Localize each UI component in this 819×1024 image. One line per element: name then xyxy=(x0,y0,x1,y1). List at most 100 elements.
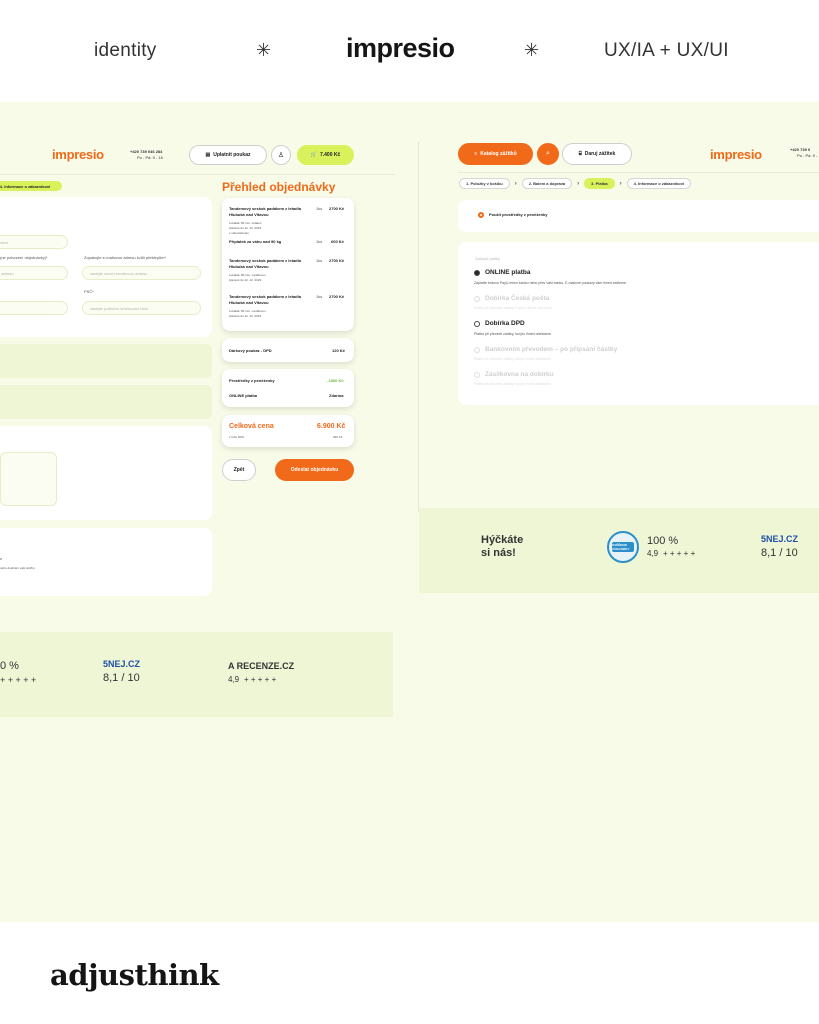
5nej-score: 8,1 / 10 xyxy=(761,547,798,559)
email-confirm-field[interactable]: zadejte znovu emailovou adresu xyxy=(82,266,201,280)
account-icon[interactable]: ♙ xyxy=(271,145,291,165)
5nej-score: 8,1 / 10 xyxy=(103,672,140,684)
collapsed-section[interactable] xyxy=(0,344,212,378)
payment-radio[interactable] xyxy=(474,270,480,276)
surcharge-label: Příplatek za váhu nad 90 kg xyxy=(229,239,282,244)
note-textarea[interactable] xyxy=(0,452,57,506)
item-detail: platnost do 12. 12. 2023 xyxy=(229,278,262,282)
item-price: 2700 Kč xyxy=(329,206,345,211)
cart-button[interactable]: 🛒 7.400 Kč xyxy=(297,145,354,165)
mock-logo: impresio xyxy=(52,147,104,162)
wallet-card: Použít prostředky z peněženky xyxy=(458,200,819,232)
footer: adjusthink xyxy=(0,922,819,1024)
shipping-label: Dárkový poukaz - DPD xyxy=(229,348,272,353)
voucher-icon: ▤ xyxy=(205,152,211,158)
step-payment[interactable]: 3. Platba xyxy=(584,178,615,189)
vat-label: z toho DPH xyxy=(229,435,245,439)
psc-label: PSČ* xyxy=(84,289,94,294)
total-label: Celková cena xyxy=(229,423,274,430)
extra-service-note: ného doplnění vaší služby. xyxy=(0,566,36,570)
order-overview-title: Přehled objednávky xyxy=(222,180,336,194)
item-title: Tandemový seskok padákem z letadla Hlubu… xyxy=(229,258,301,269)
wallet-radio[interactable] xyxy=(478,212,484,218)
opening-hours: Po - Pá: 9 - xyxy=(797,153,818,158)
showcase-band: impresio +420 739 046 284 Po - Pá: 9 - 1… xyxy=(0,102,819,922)
payment-radio[interactable] xyxy=(474,347,480,353)
email-confirm-label: Zopakujte e-mailovou adresu kvůli překle… xyxy=(84,255,167,260)
payment-radio[interactable] xyxy=(474,372,480,378)
chevron-right-icon: › xyxy=(577,180,580,187)
payment-option-desc: Platba při převzetí zásilky, kurýru ihne… xyxy=(474,382,552,386)
checkout-steps: 1. Položky v košíku › 2. Balení a doprav… xyxy=(459,178,692,189)
step-cart[interactable]: 1. Položky v košíku xyxy=(459,178,510,189)
rating-stars: + + + + + xyxy=(0,675,37,685)
payment-option-desc: Platba při převzetí zásilky, kurýru ihne… xyxy=(474,357,552,361)
tagline: si nás! xyxy=(481,547,516,559)
checkout-customer-mockup: impresio +420 739 046 284 Po - Pá: 9 - 1… xyxy=(0,102,400,722)
note-card xyxy=(0,426,212,520)
rating-percent: 100 % xyxy=(647,535,679,547)
item-detail: Lokalita: 80 min. Lanškroun xyxy=(229,309,266,313)
collapsed-section[interactable] xyxy=(0,385,212,419)
total-card: Celková cena 6.900 Kč z toho DPH 920 Kč xyxy=(222,415,354,447)
order-items-card: Tandemový seskok padákem z letadla Hlubu… xyxy=(222,198,354,331)
shipping-card: Dárkový poukaz - DPD 120 Kč xyxy=(222,338,354,362)
5nej-logo: 5NEJ.CZ xyxy=(103,659,141,669)
item-detail: platnost do 12. 12. 2023 xyxy=(229,226,262,230)
funds-value: - 1800 Kč xyxy=(326,378,344,383)
impresio-logo: impresio xyxy=(346,33,455,63)
catalog-button-label: Katalog zážitků xyxy=(480,151,517,157)
back-button[interactable]: Zpět xyxy=(222,459,256,481)
cart-total: 7.400 Kč xyxy=(319,152,341,158)
payment-option-desc: Platba při převzetí zásilky, Kurýrní fir… xyxy=(474,306,552,310)
item-title: Tandemový seskok padákem z letadla Hlubu… xyxy=(229,206,301,217)
nav-ux-link[interactable]: UX/IA + UX/UI xyxy=(604,40,729,62)
email-label: (ne potvrzení objednávky)* xyxy=(0,255,48,260)
5nej-logo: 5NEJ.CZ xyxy=(761,534,799,544)
submit-order-button[interactable]: Odeslat objednávku xyxy=(275,459,354,481)
header-divider xyxy=(458,172,819,173)
menu-icon: ≡ xyxy=(474,151,478,157)
item-detail: Lokalita: 80 min. Hradec xyxy=(229,221,262,225)
chevron-right-icon: › xyxy=(619,180,622,187)
mock-logo: impresio xyxy=(710,147,762,162)
psc-field[interactable]: zadejte poštovní směrovací číslo xyxy=(82,301,201,315)
nav-identity-link[interactable]: identity xyxy=(94,40,157,62)
payment-radio[interactable] xyxy=(474,296,480,302)
payment-option-desc: Zaplaťte bránou PayU mimo kartou nebo př… xyxy=(474,281,627,285)
item-qty: 1ks xyxy=(316,258,323,263)
step-customer-info[interactable]: 4. Informace o zákazníkovi xyxy=(0,181,62,191)
gift-button-label: Daruj zážitek xyxy=(584,151,616,157)
payment-value: Zdarma xyxy=(329,393,344,398)
rating-band-left: 0 % + + + + + 5NEJ.CZ 8,1 / 10 A RECENZE… xyxy=(0,632,393,717)
item-title: Tandemový seskok padákem z letadla Hlubu… xyxy=(229,294,301,305)
payment-summary-card: Prostředky z peněženky - 1800 Kč ONLINE … xyxy=(222,369,354,407)
search-icon[interactable]: ⌕ xyxy=(537,143,559,165)
payment-radio[interactable] xyxy=(474,321,480,327)
catalog-button[interactable]: ≡ Katalog zážitků xyxy=(458,143,533,165)
rating-stars: + + + + + xyxy=(663,549,696,558)
email-field[interactable]: u adresu xyxy=(0,266,68,280)
chevron-right-icon: › xyxy=(514,180,517,187)
item-qty: 1ks xyxy=(316,206,323,211)
adjusthink-logo: adjusthink xyxy=(50,958,219,992)
item-detail: s videozáznam xyxy=(229,231,250,235)
header-divider xyxy=(0,174,395,175)
recenze-stars: + + + + + xyxy=(244,675,277,684)
extra-service-card: s ného doplnění vaší služby. xyxy=(0,528,212,596)
payment-option-title: Dobírka Česká pošta xyxy=(485,295,550,302)
customer-form-card: méno (ne potvrzení objednávky)* Zopakujt… xyxy=(0,197,212,337)
step-customer-info[interactable]: 4. Informace o zákazníkovi xyxy=(626,178,692,189)
gift-button[interactable]: ⌸ Daruj zážitek xyxy=(562,143,632,165)
shipping-price: 120 Kč xyxy=(332,348,345,353)
rating-score: 4,9 xyxy=(647,549,659,558)
city-field[interactable] xyxy=(0,301,68,315)
payment-option-title: Dobírka DPD xyxy=(485,320,525,327)
step-shipping[interactable]: 2. Balení a doprava xyxy=(521,178,573,189)
name-field[interactable]: méno xyxy=(0,235,68,249)
asterisk-icon: ✳ xyxy=(524,40,540,60)
cart-icon: 🛒 xyxy=(310,152,317,158)
verified-badge-text: OVĚŘENO ZÁKAZNÍKY xyxy=(612,542,634,552)
voucher-button[interactable]: ▤ Uplatnit poukaz xyxy=(189,145,267,165)
payment-option-title: ONLINE platba xyxy=(485,269,531,276)
